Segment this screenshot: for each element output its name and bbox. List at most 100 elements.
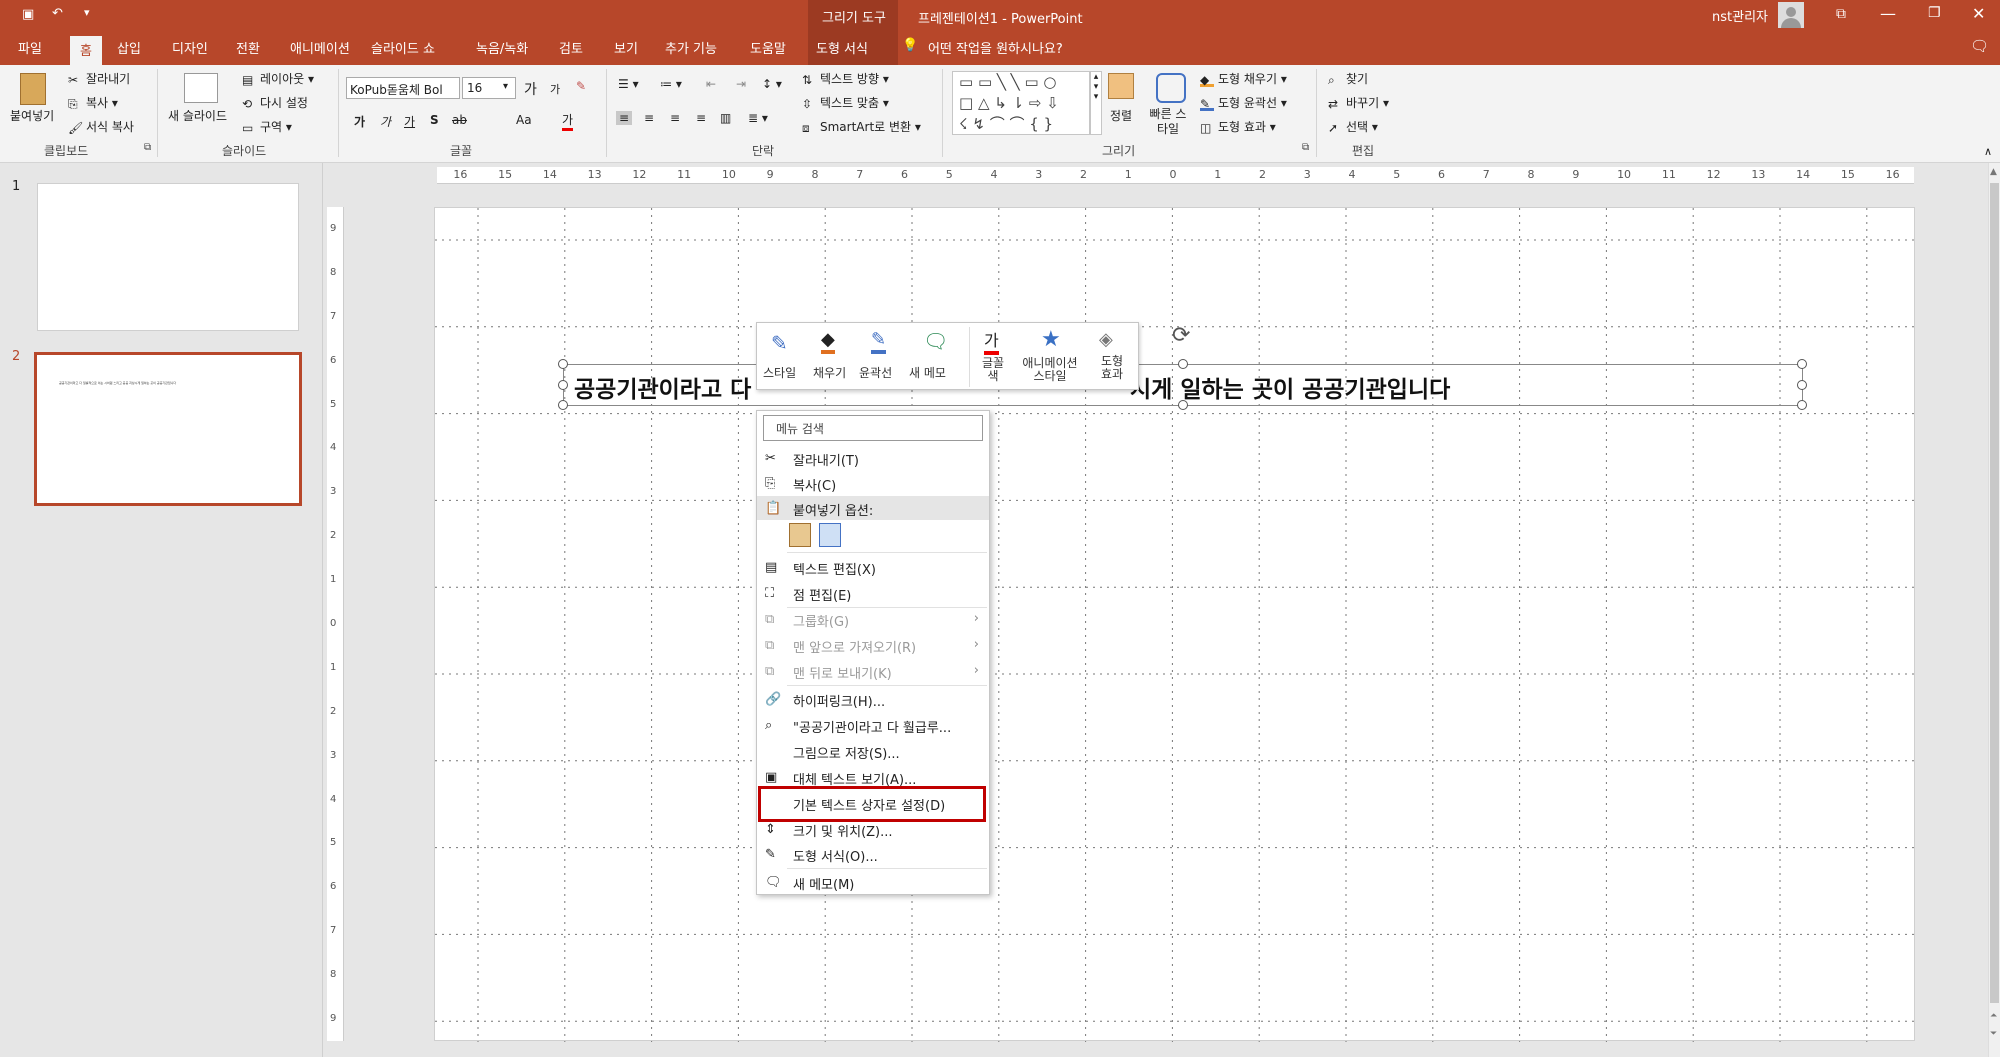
tab-shape-format[interactable]: 도형 서식 — [816, 38, 868, 57]
new-slide-button[interactable]: 새 슬라이드 — [168, 107, 227, 124]
menu-item-group[interactable]: ⧉ 그룹화(G) › — [757, 607, 989, 631]
columns-dropdown-icon[interactable]: ≣ ▾ — [748, 111, 768, 125]
menu-item-cut[interactable]: ✂ 잘라내기(T) — [757, 446, 989, 470]
mini-shape-effects-button[interactable]: ◈ 도형 효과 — [1087, 323, 1137, 389]
shadow-button[interactable]: S — [430, 113, 439, 127]
tab-insert[interactable]: 삽입 — [117, 38, 141, 57]
scroll-thumb[interactable] — [1990, 183, 1999, 1003]
tab-design[interactable]: 디자인 — [172, 38, 208, 57]
decrease-indent-icon[interactable]: ⇤ — [706, 77, 716, 91]
italic-button[interactable]: 가 — [380, 113, 391, 130]
slide-text-right[interactable]: 시게 일하는 곳이 공공기관입니다 — [1130, 370, 1450, 404]
numbering-icon[interactable]: ≔ ▾ — [660, 77, 682, 91]
menu-item-bring-front[interactable]: ⧉ 맨 앞으로 가져오기(R) › — [757, 633, 989, 657]
font-size-box[interactable]: 16 ▾ — [462, 77, 516, 99]
tab-review[interactable]: 검토 — [559, 38, 583, 57]
shape-outline-button[interactable]: ✎ 도형 윤곽선 ▾ — [1200, 94, 1287, 111]
mini-new-comment-button[interactable]: 🗨 새 메모 — [907, 323, 959, 389]
resize-handle-se[interactable] — [1797, 400, 1807, 410]
mini-style-button[interactable]: ✎ 스타일 — [757, 323, 805, 389]
select-button[interactable]: ➚ 선택 ▾ — [1328, 118, 1378, 135]
scroll-up-icon[interactable]: ▲ — [1990, 167, 1997, 177]
tab-transitions[interactable]: 전환 — [236, 38, 260, 57]
menu-item-smart-lookup[interactable]: ⌕ "공공기관이라고 다 훨급루... — [757, 713, 989, 737]
paste-icon[interactable] — [20, 73, 46, 105]
increase-indent-icon[interactable]: ⇥ — [736, 77, 746, 91]
menu-item-hyperlink[interactable]: 🔗 하이퍼링크(H)... — [757, 687, 989, 711]
resize-handle-s[interactable] — [1178, 400, 1188, 410]
shapes-gallery-scroll[interactable]: ▴ ▾ ▾ — [1090, 71, 1102, 135]
tab-addins[interactable]: 추가 기능 — [665, 38, 717, 57]
menu-item-send-back[interactable]: ⧉ 맨 뒤로 보내기(K) › — [757, 659, 989, 683]
resize-handle-n[interactable] — [1178, 359, 1188, 369]
quick-styles-button[interactable]: 빠른 스타일 — [1146, 107, 1190, 137]
shape-fill-button[interactable]: ◆ 도형 채우기 ▾ — [1200, 70, 1287, 87]
next-slide-icon[interactable]: ⏷ — [1990, 1029, 1997, 1039]
save-icon[interactable]: ▣ — [22, 7, 34, 22]
avatar[interactable] — [1778, 2, 1804, 28]
user-name[interactable]: nst관리자 — [1712, 6, 1768, 25]
new-slide-icon[interactable] — [184, 73, 218, 103]
arrange-icon[interactable] — [1108, 73, 1134, 99]
copy-button[interactable]: ⎘ 복사 ▾ — [68, 94, 118, 111]
strikethrough-button[interactable]: ab — [452, 113, 467, 127]
slide-text-left[interactable]: 공공기관이라고 다 — [574, 370, 751, 404]
smartart-button[interactable]: ⧈ SmartArt로 변환 ▾ — [802, 118, 921, 135]
replace-button[interactable]: ⇄ 바꾸기 ▾ — [1328, 94, 1389, 111]
rotate-handle-icon[interactable]: ⟳ — [1172, 323, 1190, 348]
undo-icon[interactable]: ↶ — [52, 6, 63, 21]
prev-slide-icon[interactable]: ⏶ — [1990, 1011, 1997, 1021]
layout-button[interactable]: ▤ 레이아웃 ▾ — [242, 70, 314, 87]
slide-thumbnail-1[interactable] — [37, 183, 299, 331]
selected-textbox[interactable]: 공공기관이라고 다 시게 일하는 곳이 공공기관입니다 ⟳ — [558, 323, 1807, 410]
format-painter-button[interactable]: 🖌 서식 복사 — [68, 118, 134, 135]
collapse-ribbon-icon[interactable]: ∧ — [1984, 145, 1992, 158]
menu-item-copy[interactable]: ⎘ 복사(C) — [757, 471, 989, 495]
comments-icon[interactable]: 🗨 — [1970, 37, 1989, 55]
menu-item-edit-text[interactable]: ▤ 텍스트 편집(X) — [757, 555, 989, 579]
cut-button[interactable]: ✂ 잘라내기 — [68, 70, 130, 87]
align-left-icon[interactable]: ≡ — [616, 111, 633, 125]
resize-handle-w[interactable] — [558, 380, 568, 390]
resize-handle-nw[interactable] — [558, 359, 568, 369]
shapes-gallery[interactable]: ▭ ▭ ╲ ╲ ▭ ○ □ △ ↳ ⇂ ⇨ ⇩ ☇ ↯ ⌒ ⌒ { } — [952, 71, 1090, 135]
bold-button[interactable]: 가 — [354, 113, 365, 130]
align-center-icon[interactable]: ≡ — [644, 111, 654, 125]
justify-icon[interactable]: ≡ — [696, 111, 706, 125]
font-name-box[interactable]: KoPub돋움체 Bol — [346, 77, 460, 99]
paste-keep-source-icon[interactable] — [789, 523, 811, 547]
shape-effects-button[interactable]: ◫ 도형 효과 ▾ — [1200, 118, 1276, 135]
bullets-icon[interactable]: ☰ ▾ — [618, 77, 639, 91]
mini-outline-button[interactable]: ✎ 윤곽선 — [857, 323, 905, 389]
grow-font-button[interactable]: 가 — [524, 79, 537, 99]
resize-handle-sw[interactable] — [558, 400, 568, 410]
tab-home[interactable]: 홈 — [70, 36, 102, 65]
paste-button[interactable]: 붙여넣기 — [10, 107, 54, 124]
menu-search-input[interactable]: 메뉴 검색 — [763, 415, 983, 441]
tab-slideshow[interactable]: 슬라이드 쇼 — [371, 38, 435, 57]
menu-item-edit-points[interactable]: ⛶ 점 편집(E) — [757, 581, 989, 605]
menu-item-new-comment[interactable]: 🗨 새 메모(M) — [757, 870, 989, 894]
arrange-button[interactable]: 정렬 — [1110, 107, 1132, 124]
columns-icon[interactable]: ▥ — [720, 111, 731, 125]
tell-me-search[interactable]: 어떤 작업을 원하시나요? — [928, 38, 1063, 57]
align-text-button[interactable]: ⇳ 텍스트 맞춤 ▾ — [802, 94, 889, 111]
vertical-scrollbar[interactable]: ▲ ⏶ ⏷ — [1988, 163, 2000, 1057]
slide-thumbnail-2[interactable]: 공공기관이라고 다 일률적으로 이는 시처럼 느리고 공공 지상시게 일하는 곳… — [34, 352, 302, 506]
minimize-button[interactable]: — — [1880, 4, 1896, 23]
tab-help[interactable]: 도움말 — [750, 38, 786, 57]
text-direction-button[interactable]: ⇅ 텍스트 방향 ▾ — [802, 70, 889, 87]
find-button[interactable]: ⌕ 찾기 — [1328, 70, 1368, 87]
paste-picture-icon[interactable] — [819, 523, 841, 547]
tab-record[interactable]: 녹음/녹화 — [476, 38, 528, 57]
shrink-font-button[interactable]: 가 — [550, 81, 560, 97]
align-right-icon[interactable]: ≡ — [670, 111, 680, 125]
restore-button[interactable]: ❐ — [1928, 5, 1941, 21]
menu-item-save-picture[interactable]: 그림으로 저장(S)... — [757, 739, 989, 763]
ribbon-display-icon[interactable]: ⧉ — [1836, 6, 1846, 22]
mini-font-color-button[interactable]: 가 글꼴 색 — [973, 323, 1013, 389]
section-button[interactable]: ▭ 구역 ▾ — [242, 118, 292, 135]
quick-styles-icon[interactable] — [1156, 73, 1186, 103]
tab-file[interactable]: 파일 — [18, 38, 42, 57]
line-spacing-icon[interactable]: ↕ ▾ — [762, 77, 782, 91]
